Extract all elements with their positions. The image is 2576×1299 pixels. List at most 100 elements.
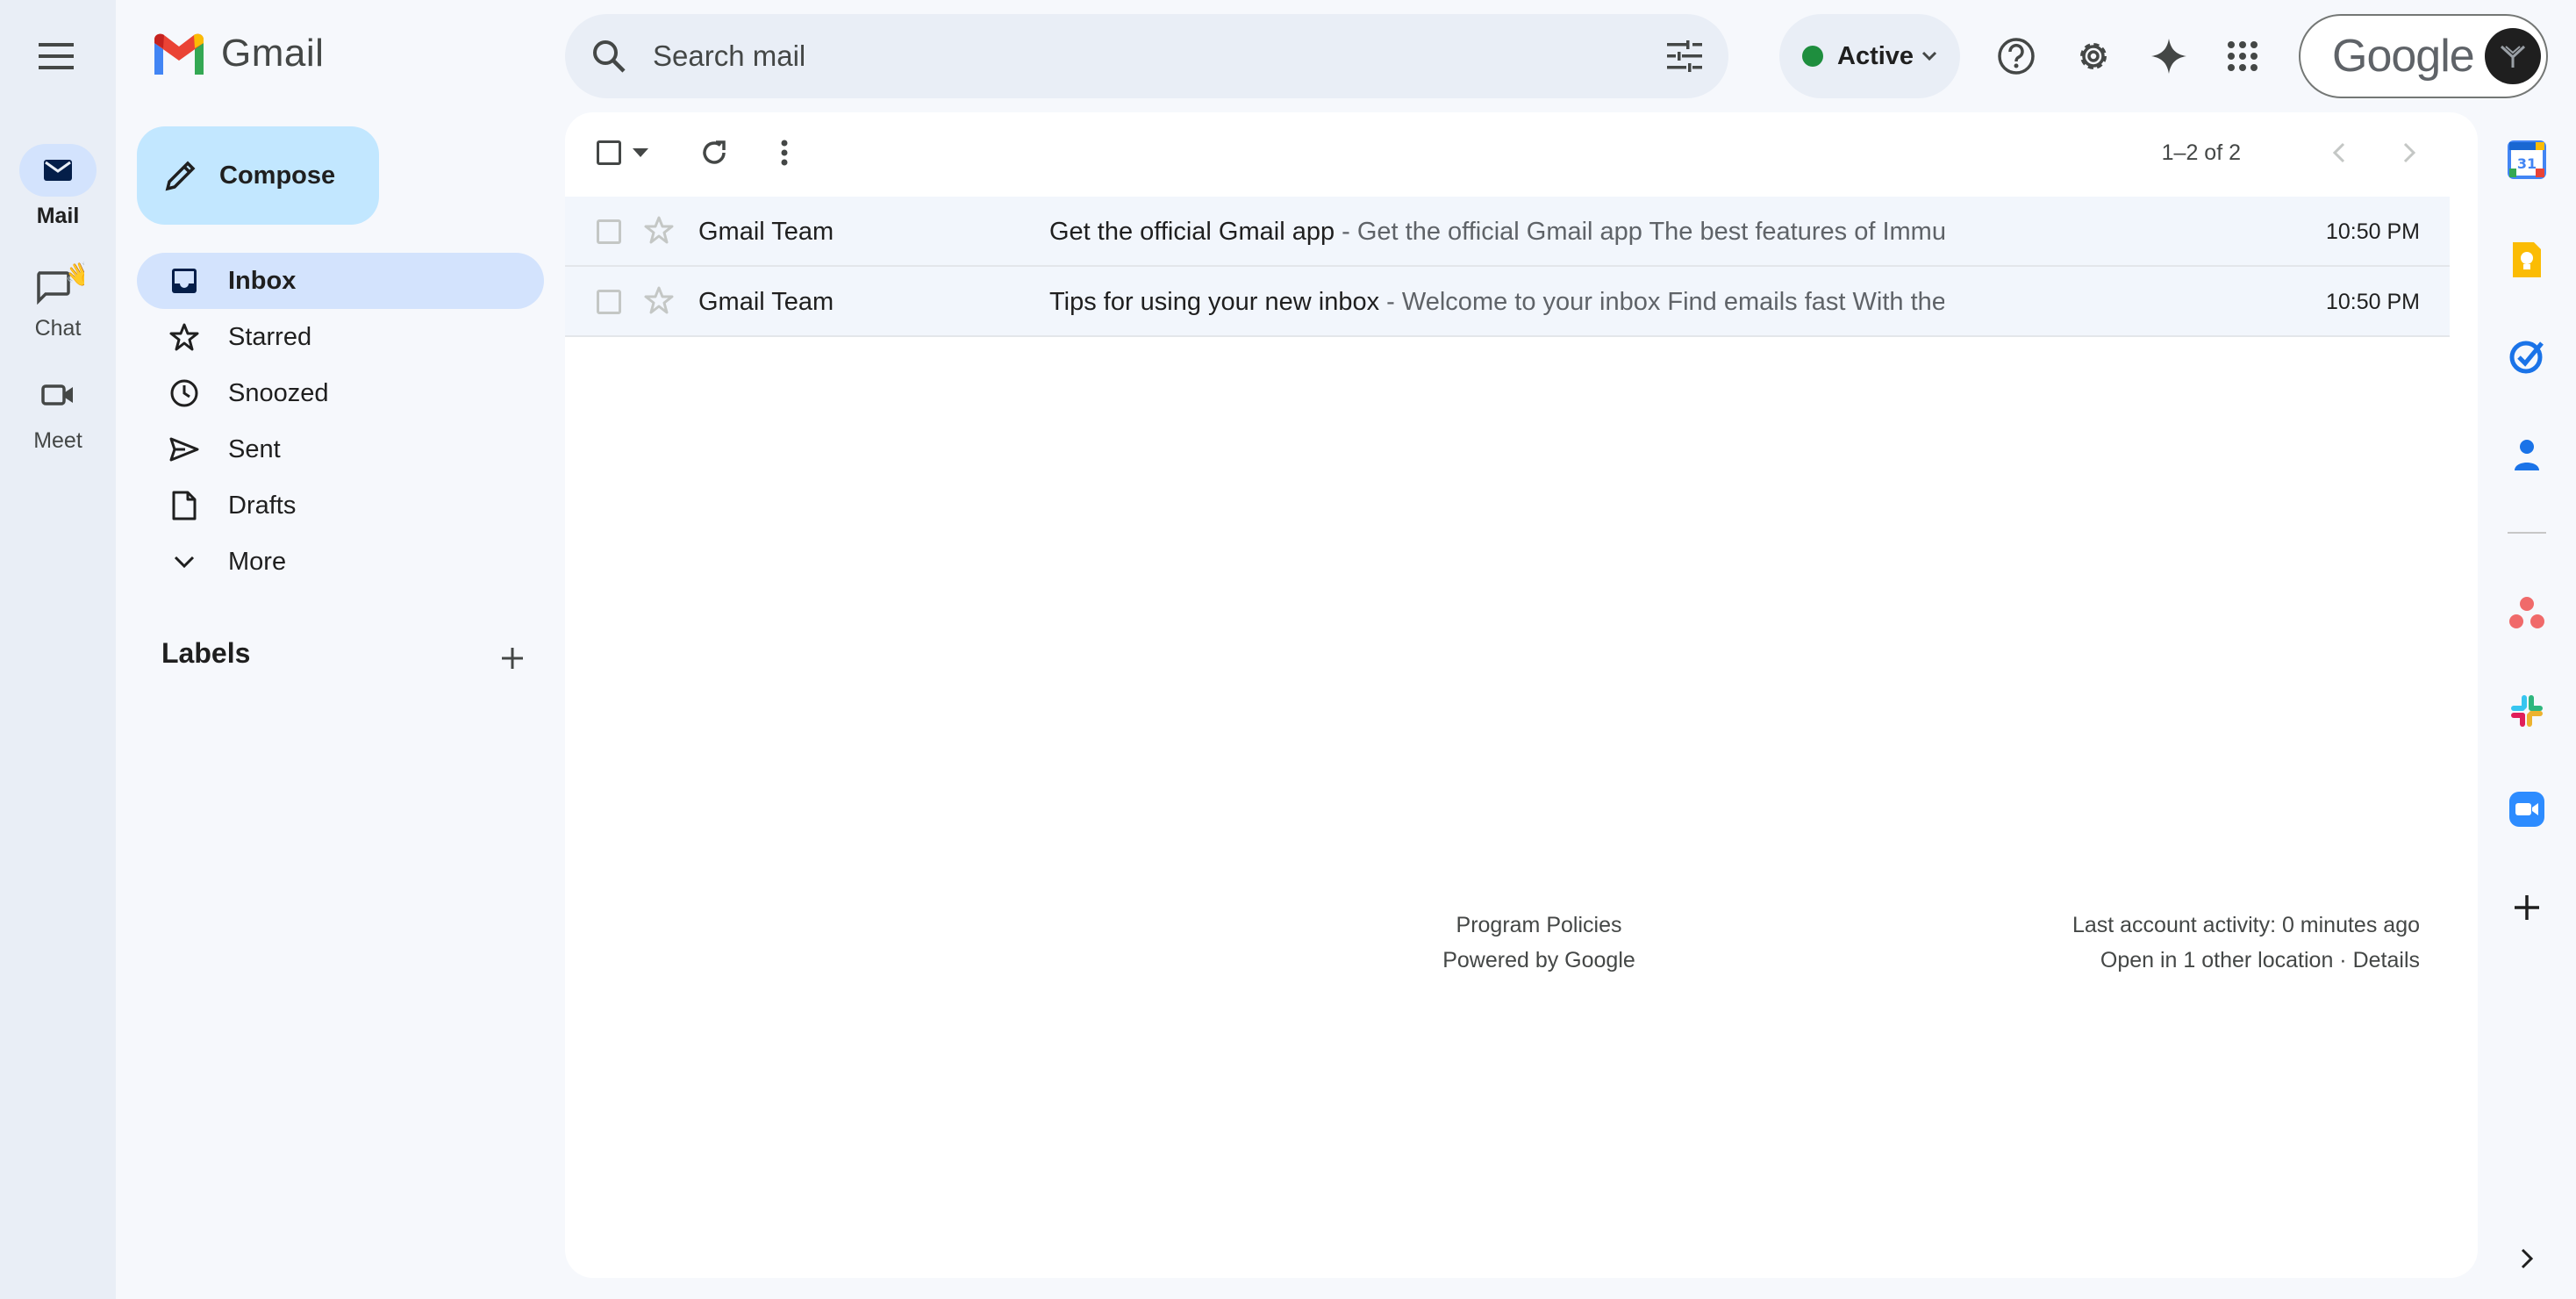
gear-icon xyxy=(2080,43,2107,69)
zoom-icon xyxy=(2509,792,2544,827)
row-checkbox[interactable] xyxy=(597,219,621,244)
rail-item-chat[interactable]: 👋 Chat xyxy=(0,256,116,341)
labels-heading: Labels xyxy=(161,637,251,669)
nav-item-drafts[interactable]: Drafts xyxy=(137,477,544,534)
email-row[interactable]: Gmail Team Get the official Gmail app - … xyxy=(565,197,2450,267)
tasks-icon xyxy=(2509,341,2544,374)
older-button[interactable] xyxy=(2390,133,2429,172)
plus-icon xyxy=(502,648,523,669)
nav-item-inbox[interactable]: Inbox xyxy=(137,253,544,309)
keep-icon xyxy=(2513,242,2541,277)
search-options-icon[interactable] xyxy=(1667,40,1702,72)
details-link[interactable]: Details xyxy=(2353,948,2420,972)
gemini-sparkle-icon xyxy=(2151,39,2186,74)
email-separator: - xyxy=(1335,218,1357,246)
row-checkbox[interactable] xyxy=(597,290,621,314)
star-icon[interactable] xyxy=(644,286,674,314)
chevron-down-icon xyxy=(174,556,195,568)
mail-list-panel: 1–2 of 2 Gmail Team Get the official Gma… xyxy=(565,112,2478,1278)
nav-item-sent[interactable]: Sent xyxy=(137,421,544,477)
main-menu-button[interactable] xyxy=(21,21,91,91)
show-side-panel-button[interactable] xyxy=(2494,1225,2560,1292)
chevron-right-icon xyxy=(2403,142,2415,163)
nav-label: Drafts xyxy=(228,491,297,520)
avatar xyxy=(2484,28,2541,84)
more-vert-icon xyxy=(781,140,788,166)
rail-label: Chat xyxy=(34,316,82,341)
zoom-button[interactable] xyxy=(2494,776,2560,843)
rail-item-meet[interactable]: Meet xyxy=(0,369,116,454)
nav-label: Sent xyxy=(228,434,281,463)
email-subject: Get the official Gmail app xyxy=(1049,218,1335,246)
tasks-button[interactable] xyxy=(2494,323,2560,390)
status-selector[interactable]: Active xyxy=(1779,14,1960,98)
rail-item-mail[interactable]: Mail xyxy=(0,144,116,229)
asana-button[interactable] xyxy=(2494,579,2560,646)
avatar-logo-icon xyxy=(2500,45,2525,68)
gmail-m-icon xyxy=(154,33,204,75)
chevron-right-icon xyxy=(2521,1248,2533,1269)
email-snippet: Get the official Gmail app The best feat… xyxy=(1356,218,1944,246)
newer-button[interactable] xyxy=(2320,133,2358,172)
refresh-button[interactable] xyxy=(693,132,735,174)
rail-label: Mail xyxy=(36,204,80,228)
google-wordmark: Google xyxy=(2332,31,2475,82)
gemini-button[interactable] xyxy=(2134,21,2204,91)
email-time: 10:50 PM xyxy=(2325,290,2420,314)
keep-button[interactable] xyxy=(2494,226,2560,293)
email-summary: Tips for using your new inbox - Welcome … xyxy=(1049,288,1944,317)
calendar-icon: 31 xyxy=(2508,140,2546,179)
add-label-button[interactable] xyxy=(488,634,537,683)
calendar-day-text: 31 xyxy=(2517,155,2537,172)
more-options-button[interactable] xyxy=(763,132,805,174)
gmail-logo[interactable]: Gmail xyxy=(151,32,324,75)
pencil-icon xyxy=(165,161,196,191)
slack-icon xyxy=(2511,695,2543,727)
pagination-count: 1–2 of 2 xyxy=(2161,140,2241,165)
add-addon-button[interactable] xyxy=(2494,874,2560,941)
email-sender: Gmail Team xyxy=(698,288,834,316)
nav-label: More xyxy=(228,547,287,576)
email-separator: - xyxy=(1379,288,1402,316)
nav-label: Starred xyxy=(228,322,312,351)
gmail-wordmark: Gmail xyxy=(221,32,325,75)
mail-icon xyxy=(19,144,97,197)
nav-item-starred[interactable]: Starred xyxy=(137,309,544,365)
help-icon xyxy=(1998,38,2035,75)
status-dot xyxy=(1802,46,1823,67)
contacts-button[interactable] xyxy=(2494,421,2560,488)
compose-button[interactable]: Compose xyxy=(137,126,379,225)
calendar-button[interactable]: 31 xyxy=(2494,126,2560,193)
powered-by-text: Powered by Google xyxy=(1442,948,1635,972)
settings-button[interactable] xyxy=(2058,21,2129,91)
caret-down-icon xyxy=(633,148,648,157)
nav-item-snoozed[interactable]: Snoozed xyxy=(137,365,544,421)
select-all-checkbox[interactable] xyxy=(595,139,623,167)
search-input[interactable] xyxy=(653,39,1574,73)
email-time: 10:50 PM xyxy=(2325,219,2420,244)
program-policies-link[interactable]: Program Policies xyxy=(1407,908,1671,943)
search-bar[interactable] xyxy=(565,14,1728,98)
nav-item-more[interactable]: More xyxy=(137,534,544,590)
star-icon[interactable] xyxy=(644,216,674,244)
select-options-button[interactable] xyxy=(628,140,653,165)
email-row[interactable]: Gmail Team Tips for using your new inbox… xyxy=(565,267,2450,337)
apps-grid-icon xyxy=(2228,41,2258,71)
status-label: Active xyxy=(1837,41,1914,70)
asana-icon xyxy=(2509,597,2544,628)
chevron-left-icon xyxy=(2333,142,2345,163)
video-icon xyxy=(19,369,97,421)
slack-button[interactable] xyxy=(2494,678,2560,744)
compose-label: Compose xyxy=(219,161,336,190)
email-subject: Tips for using your new inbox xyxy=(1049,288,1380,316)
search-icon[interactable] xyxy=(591,39,626,74)
account-button[interactable]: Google xyxy=(2299,14,2548,98)
send-icon xyxy=(169,437,199,462)
other-location-line: Open in 1 other location · Details xyxy=(2072,943,2420,978)
draft-icon xyxy=(172,491,197,520)
apps-button[interactable] xyxy=(2207,21,2278,91)
footer-separator: · xyxy=(2333,948,2353,972)
help-button[interactable] xyxy=(1981,21,2051,91)
rail-label: Meet xyxy=(33,428,82,453)
account-activity: Last account activity: 0 minutes ago Ope… xyxy=(2072,908,2420,978)
